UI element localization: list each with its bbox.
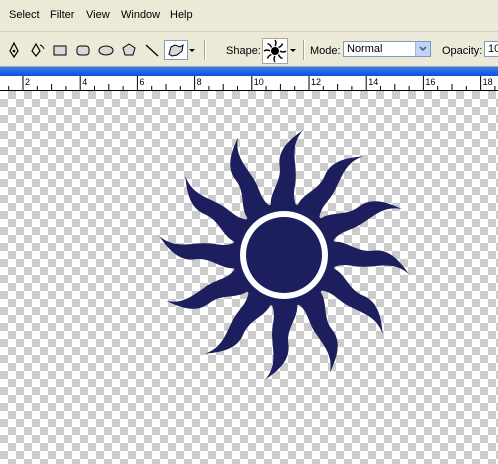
- shape-label: Shape:: [226, 45, 261, 57]
- ruler-label: 2: [25, 77, 30, 87]
- ruler-label: 8: [197, 77, 202, 87]
- ruler-label: 10: [254, 77, 264, 87]
- shape-picker[interactable]: [262, 38, 288, 64]
- custom-shape-tool-icon[interactable]: [164, 40, 188, 60]
- ruler-marks: 2 4 6 8 10 12 14 16 18: [8, 76, 496, 90]
- sun-burst-shape-icon: [263, 39, 287, 63]
- chevron-down-icon[interactable]: [415, 42, 430, 56]
- ruler-label: 16: [425, 77, 435, 87]
- pen-tool-icon[interactable]: [5, 41, 23, 59]
- ruler-label: 4: [82, 77, 87, 87]
- ruler-label: 12: [311, 77, 321, 87]
- sun-core: [246, 217, 322, 293]
- options-separator: [303, 40, 305, 60]
- horizontal-ruler: 2 4 6 8 10 12 14 16 18: [0, 76, 498, 91]
- opacity-value: 10: [488, 43, 498, 55]
- opacity-field[interactable]: 10: [484, 41, 498, 57]
- freeform-pen-tool-icon[interactable]: [28, 41, 46, 59]
- menu-window[interactable]: Window: [121, 9, 160, 21]
- polygon-tool-icon[interactable]: [120, 41, 138, 59]
- ruler-label: 18: [483, 77, 493, 87]
- mode-select[interactable]: Normal: [343, 41, 431, 57]
- opacity-label: Opacity:: [442, 45, 483, 57]
- rounded-rectangle-tool-icon[interactable]: [74, 41, 92, 59]
- rectangle-tool-icon[interactable]: [51, 41, 69, 59]
- mode-label: Mode:: [310, 45, 341, 57]
- menu-view[interactable]: View: [86, 9, 110, 21]
- line-tool-icon[interactable]: [143, 41, 161, 59]
- menu-bar: Select Filter View Window Help: [0, 0, 498, 32]
- ellipse-tool-icon[interactable]: [97, 41, 115, 59]
- mode-select-value: Normal: [347, 43, 383, 55]
- options-bar: Shape: Mode: Normal Opacity: 10: [0, 32, 498, 67]
- document-canvas[interactable]: [0, 91, 498, 464]
- ruler-label: 14: [368, 77, 378, 87]
- shape-dropdown-arrow-icon[interactable]: [289, 41, 297, 59]
- menu-filter[interactable]: Filter: [50, 9, 74, 21]
- tool-dropdown-arrow-icon[interactable]: [188, 41, 196, 59]
- sun-shape[interactable]: [0, 91, 498, 464]
- ruler-label: 6: [139, 77, 144, 87]
- menu-help[interactable]: Help: [170, 9, 193, 21]
- options-separator: [204, 40, 206, 60]
- menu-select[interactable]: Select: [9, 9, 40, 21]
- document-title-bar: [0, 67, 498, 76]
